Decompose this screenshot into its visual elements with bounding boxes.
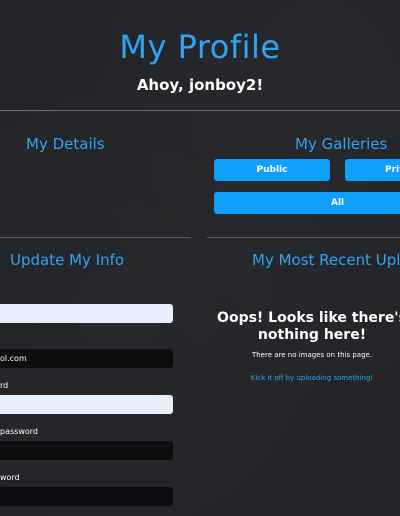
new-password-label: password [0,427,38,436]
empty-state-text: There are no images on this page. [251,351,373,359]
greeting-text: Ahoy, jonboy2! [136,76,264,94]
right-divider [207,237,400,238]
password-field[interactable] [0,395,173,414]
email-field[interactable]: ol.com [0,349,173,368]
empty-state-title: Oops! Looks like there's nothing here! [217,310,400,343]
header-divider [0,110,400,111]
recent-uploads-heading: My Most Recent Uploads [252,251,400,269]
details-heading: My Details [26,135,105,153]
galleries-heading: My Galleries [295,135,388,153]
left-divider [0,237,191,238]
profile-page: My Profile Ahoy, jonboy2! My Details . M… [0,0,400,516]
confirm-password-label: word [0,473,20,482]
details-fragment: . [0,206,1,215]
upload-link[interactable]: Kick it off by uploading something! [212,374,400,382]
public-gallery-button[interactable]: Public [214,159,330,181]
password-label: rd [0,381,9,390]
new-password-field[interactable] [0,441,173,460]
update-info-heading: Update My Info [10,251,125,269]
page-title: My Profile [119,28,281,66]
confirm-password-field[interactable] [0,487,173,506]
username-field[interactable] [0,304,173,323]
private-gallery-button[interactable]: Private [345,159,400,181]
all-galleries-button[interactable]: All [214,192,400,214]
